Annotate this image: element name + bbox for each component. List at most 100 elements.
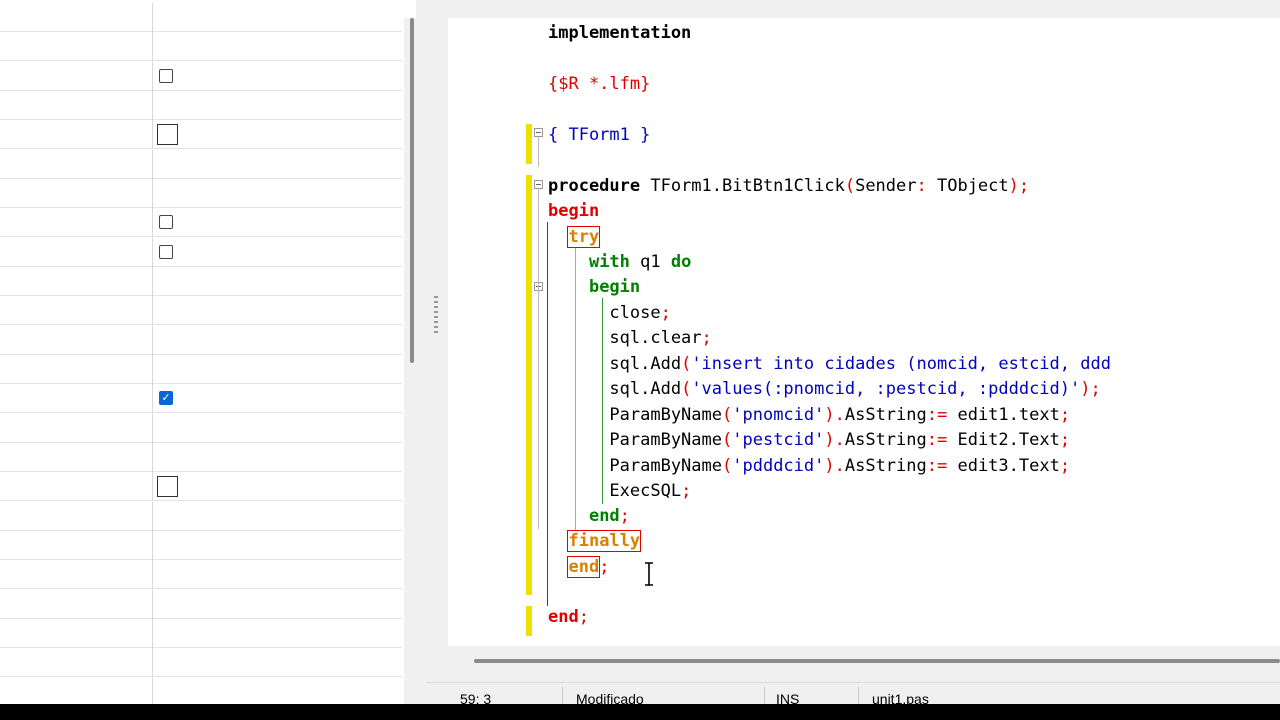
property-row[interactable]: [0, 3, 402, 32]
fold-toggle-icon[interactable]: [534, 128, 543, 137]
code-token: ParamByName: [548, 405, 722, 425]
code-token: q1: [629, 252, 671, 272]
panel-splitter[interactable]: [416, 0, 426, 704]
code-token: {$R *.lfm}: [548, 74, 651, 94]
property-row[interactable]: [0, 325, 402, 355]
column-divider: [152, 560, 153, 590]
property-row[interactable]: [0, 149, 402, 179]
property-row[interactable]: [0, 178, 402, 208]
code-token: { TForm1 }: [548, 125, 651, 145]
code-line: try: [548, 226, 601, 248]
property-row[interactable]: [0, 296, 402, 326]
code-token: 'pnomcid': [732, 405, 825, 425]
code-token: :: [916, 176, 927, 196]
property-row[interactable]: [0, 90, 402, 120]
property-row[interactable]: [0, 237, 402, 267]
column-divider: [152, 442, 153, 472]
splitter-grip[interactable]: [434, 296, 438, 336]
column-divider: [152, 413, 153, 443]
code-line: end;: [548, 505, 630, 527]
color-swatch[interactable]: [157, 476, 178, 498]
property-row[interactable]: [0, 677, 402, 704]
editor-horizontal-scrollbar[interactable]: [448, 646, 1280, 682]
column-divider: [152, 325, 153, 355]
code-token: edit3.Text: [947, 456, 1060, 476]
code-token: (: [681, 354, 692, 374]
inspector-scroll-thumb[interactable]: [410, 18, 414, 363]
fold-guide: [538, 137, 539, 167]
code-token: (: [722, 405, 733, 425]
code-token: :=: [926, 430, 948, 450]
column-divider: [152, 208, 153, 238]
code-token: procedure: [548, 176, 641, 196]
column-divider: [152, 384, 153, 414]
code-line: end;: [548, 606, 589, 628]
code-token: ;: [701, 328, 712, 348]
editor-horizontal-scroll-thumb[interactable]: [474, 659, 1280, 663]
property-row[interactable]: [0, 413, 402, 443]
modified-line-marker: [526, 124, 532, 164]
column-divider: [152, 32, 153, 62]
code-token: ;: [1059, 405, 1071, 425]
column-divider: [152, 472, 153, 502]
code-token: (: [681, 379, 692, 399]
modified-line-marker: [526, 606, 532, 636]
chevron-right-icon[interactable]: [12, 38, 28, 54]
line-number-gutter[interactable]: [448, 18, 530, 646]
property-row[interactable]: [0, 61, 402, 91]
code-token: ;: [578, 607, 589, 627]
object-inspector: ✓: [0, 0, 424, 704]
column-divider: [152, 589, 153, 619]
code-line: ExecSQL;: [548, 480, 691, 502]
code-token: AsString: [844, 430, 927, 450]
chevron-right-icon[interactable]: [12, 156, 28, 172]
code-token: edit1.text: [947, 405, 1060, 425]
code-token: );: [1080, 379, 1101, 399]
property-row[interactable]: [0, 442, 402, 472]
code-line: { TForm1 }: [548, 124, 650, 146]
code-line: ParamByName('pnomcid').AsString:= edit1.…: [548, 404, 1070, 426]
property-row[interactable]: [0, 501, 402, 531]
property-row[interactable]: [0, 208, 402, 238]
chevron-down-icon[interactable]: [12, 420, 28, 436]
code-token: ;: [1059, 430, 1071, 450]
property-row[interactable]: [0, 120, 402, 150]
property-row[interactable]: [0, 560, 402, 590]
checkbox[interactable]: [159, 68, 173, 83]
checkbox[interactable]: [159, 244, 173, 259]
property-row[interactable]: [0, 618, 402, 648]
column-divider: [152, 178, 153, 208]
code-token: do: [670, 252, 692, 272]
status-bar: 59: 3 Modificado INS unit1.pas: [426, 682, 1280, 707]
property-row[interactable]: [0, 354, 402, 384]
property-row[interactable]: [0, 472, 402, 502]
code-token: TObject: [926, 176, 1009, 196]
code-token: finally: [567, 530, 642, 552]
code-token: close: [548, 303, 661, 323]
color-swatch[interactable]: [157, 124, 178, 146]
property-row[interactable]: [0, 266, 402, 296]
code-token: ExecSQL: [548, 481, 682, 501]
fold-toggle-icon[interactable]: [534, 180, 543, 189]
chevron-down-icon[interactable]: [33, 684, 49, 700]
property-row[interactable]: [0, 648, 402, 678]
column-divider: [152, 296, 153, 326]
code-token: (: [722, 430, 733, 450]
code-token: with: [588, 252, 630, 272]
property-row[interactable]: ✓: [0, 384, 402, 414]
column-divider: [152, 266, 153, 296]
code-line: sql.Add('insert into cidades (nomcid, es…: [548, 353, 1111, 375]
checkbox[interactable]: [159, 215, 173, 230]
code-token: TForm1.BitBtn1Click: [640, 176, 845, 196]
column-divider: [152, 354, 153, 384]
code-token: 'pdddcid': [732, 456, 825, 476]
checkbox[interactable]: ✓: [159, 391, 173, 406]
property-row[interactable]: [0, 530, 402, 560]
code-line: ParamByName('pestcid').AsString:= Edit2.…: [548, 429, 1070, 451]
property-row[interactable]: [0, 32, 402, 62]
code-token: implementation: [548, 23, 692, 43]
code-line: begin: [548, 276, 640, 298]
code-token: ;: [599, 557, 610, 577]
property-row[interactable]: [0, 589, 402, 619]
